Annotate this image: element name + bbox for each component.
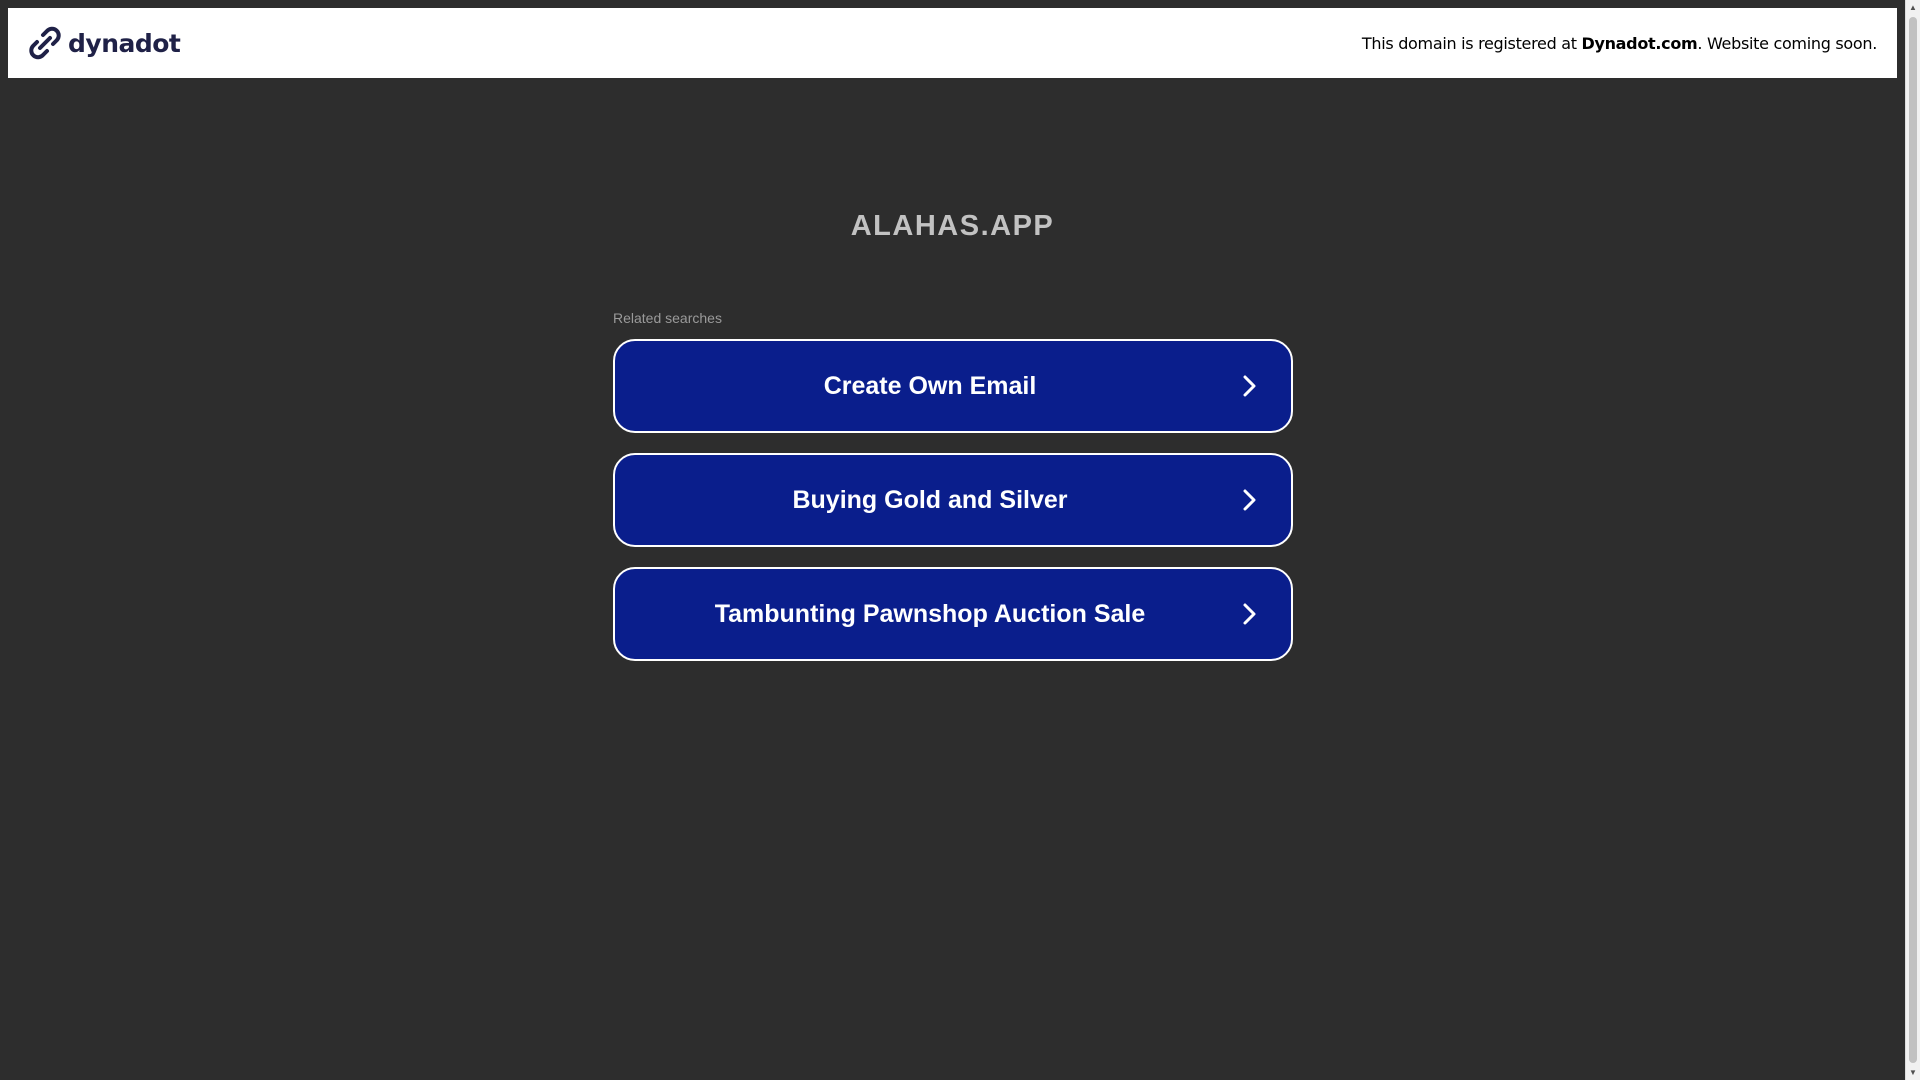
- dynadot-logo-icon: [29, 26, 61, 60]
- chevron-right-icon: [1243, 375, 1256, 397]
- related-search-label: Tambunting Pawnshop Auction Sale: [714, 599, 1146, 628]
- chevron-right-icon: [1243, 489, 1256, 511]
- banner-message-prefix: This domain is registered at: [1361, 33, 1582, 53]
- domain-title: ALAHAS.APP: [850, 210, 1055, 242]
- page-viewport: dynadot This domain is registered at Dyn…: [0, 0, 1905, 1080]
- related-search-link[interactable]: Create Own Email: [613, 339, 1293, 433]
- banner-message-suffix: . Website coming soon.: [1697, 33, 1877, 53]
- banner-message-brand: Dynadot.com: [1581, 33, 1698, 53]
- related-search-link[interactable]: Tambunting Pawnshop Auction Sale: [613, 567, 1293, 661]
- banner-message: This domain is registered at Dynadot.com…: [1362, 34, 1877, 53]
- dynadot-logo-link[interactable]: dynadot: [28, 26, 181, 60]
- scroll-down-arrow-icon[interactable]: ▼: [1906, 1065, 1920, 1080]
- related-searches: Related searches Create Own Email Buying…: [613, 310, 1293, 681]
- related-searches-label: Related searches: [613, 310, 722, 326]
- scroll-up-arrow-icon[interactable]: ▲: [1906, 0, 1920, 15]
- related-search-label: Create Own Email: [823, 371, 1037, 400]
- related-search-label: Buying Gold and Silver: [792, 485, 1068, 514]
- registrar-banner: dynadot This domain is registered at Dyn…: [8, 8, 1897, 78]
- chevron-right-icon: [1243, 603, 1256, 625]
- vertical-scrollbar[interactable]: ▲ ▼: [1905, 0, 1920, 1080]
- scrollbar-thumb[interactable]: [1909, 17, 1917, 1063]
- related-search-link[interactable]: Buying Gold and Silver: [613, 453, 1293, 547]
- brand-name: dynadot: [68, 28, 181, 58]
